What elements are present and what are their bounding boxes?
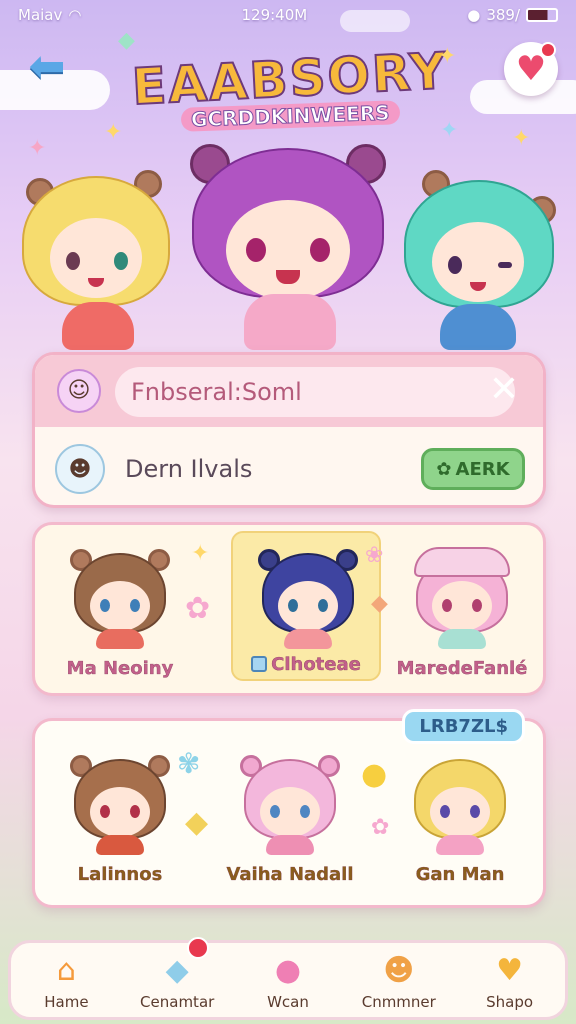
character-portrait xyxy=(258,543,358,649)
tab-label: Shapo xyxy=(486,993,534,1011)
flower-icon: ✾ xyxy=(177,747,201,780)
location-icon: ● xyxy=(467,6,481,24)
tab-community[interactable]: ☻ Cnmmner xyxy=(345,949,453,1012)
house-icon: ⌂ xyxy=(56,952,76,988)
sparkle-icon: ◆ xyxy=(118,28,135,53)
bottom-tab-bar: ⌂ Hame ◆ Cenamtar ● Wcan ☻ Cnmmner ♥ Sha… xyxy=(8,937,568,1020)
character-blonde xyxy=(22,166,172,350)
character-card[interactable]: Vaiha Nadall xyxy=(215,739,365,889)
character-portrait xyxy=(412,543,512,649)
add-button-label: AERK xyxy=(455,458,510,480)
carrier-text: Maiav xyxy=(18,6,63,24)
character-card[interactable]: Ma Neoiny xyxy=(45,533,195,683)
flower-icon: ❀ xyxy=(365,543,384,568)
sparkle-icon: ✦ xyxy=(191,541,210,566)
character-name: Gan Man xyxy=(415,864,505,885)
battery-text: 389/ xyxy=(486,6,520,24)
tab-label: Cenamtar xyxy=(140,993,215,1011)
tag-icon xyxy=(251,656,268,672)
character-purple xyxy=(188,138,388,350)
back-button[interactable]: ⬅ xyxy=(18,40,76,92)
character-portrait xyxy=(240,749,340,855)
sparkle-icon: ✦ xyxy=(438,44,457,69)
tab-wcan[interactable]: ● Wcan xyxy=(234,949,342,1012)
mascot-icon: ☺ xyxy=(57,369,101,413)
character-card[interactable]: Gan Man xyxy=(385,739,535,889)
leaf-icon: ◆ xyxy=(185,805,209,840)
result-label: Dern Ilvals xyxy=(125,455,253,483)
clock-text: 129:40M xyxy=(241,6,308,24)
tab-home[interactable]: ⌂ Hame xyxy=(12,949,120,1012)
sparkle-icon: ✦ xyxy=(512,126,531,151)
character-card[interactable]: Lalinnos xyxy=(45,739,195,889)
status-left: Maiav ◠ xyxy=(18,6,81,24)
notification-badge xyxy=(540,42,556,58)
arrow-left-icon: ⬅ xyxy=(28,40,66,92)
character-teal xyxy=(402,170,558,350)
character-portrait xyxy=(70,543,170,649)
character-name: Vaiha Nadall xyxy=(226,864,354,885)
search-card: ☺ Fnbseral:Soml ✕ ☻ Dern Ilvals ✿ AERK xyxy=(32,352,546,508)
character-name: Ma Neoiny xyxy=(66,658,174,679)
hero-characters xyxy=(0,144,576,350)
tab-shop[interactable]: ♥ Shapo xyxy=(456,949,564,1012)
bear-icon: ☻ xyxy=(383,952,415,988)
tab-label: Hame xyxy=(44,993,89,1011)
add-button[interactable]: ✿ AERK xyxy=(421,448,525,490)
status-bar: Maiav ◠ 129:40M ● 389/ xyxy=(0,0,576,30)
character-panel-2: LRB7ZL$ Lalinnos Vaiha Nadall Gan Man ✾ … xyxy=(32,709,546,908)
tab-label: Cnmmner xyxy=(361,993,436,1011)
wifi-icon: ◠ xyxy=(68,6,82,24)
cloud-decoration xyxy=(340,10,410,32)
character-portrait xyxy=(410,749,510,855)
character-card[interactable]: MaredeFanlé xyxy=(387,533,537,683)
mascot-avatar-icon: ☻ xyxy=(55,444,105,494)
close-button[interactable]: ✕ xyxy=(483,369,525,411)
status-right: ● 389/ xyxy=(467,6,558,24)
battery-icon xyxy=(526,8,558,22)
sparkle-icon: ✦ xyxy=(440,118,459,143)
lightbulb-icon: ● xyxy=(361,757,388,792)
character-name: Clhoteae xyxy=(233,654,379,675)
flower-icon: ✿ xyxy=(436,458,452,480)
character-name-text: Clhoteae xyxy=(271,654,361,675)
character-portrait xyxy=(70,749,170,855)
character-name: MaredeFanlé xyxy=(396,658,528,679)
sparkle-icon: ✦ xyxy=(104,120,123,145)
leaf-icon: ◆ xyxy=(371,591,388,616)
notification-badge xyxy=(187,937,210,959)
heart-shop-icon: ♥ xyxy=(496,952,524,988)
tab-label: Wcan xyxy=(267,993,309,1011)
search-input[interactable]: Fnbseral:Soml xyxy=(115,367,515,417)
flower-icon: ✿ xyxy=(185,591,211,626)
flower-icon: ✿ xyxy=(371,815,390,840)
search-result-row[interactable]: ☻ Dern Ilvals ✿ AERK xyxy=(55,441,525,497)
character-name: Lalinnos xyxy=(77,864,163,885)
character-panel-1: Ma Neoiny Clhoteae MaredeFanlé ✦ ✿ ❀ ◆ xyxy=(32,522,546,696)
bubbles-icon: ● xyxy=(274,952,302,988)
tab-calendar[interactable]: ◆ Cenamtar xyxy=(123,937,231,1011)
app-logo: EAABSORY GCRDDKINWEERS xyxy=(130,41,451,150)
favorites-button[interactable]: ♥ xyxy=(504,42,558,96)
close-icon: ✕ xyxy=(488,369,520,410)
character-card-selected[interactable]: Clhoteae xyxy=(231,531,381,681)
search-bar-area: ☺ Fnbseral:Soml ✕ xyxy=(35,355,543,427)
